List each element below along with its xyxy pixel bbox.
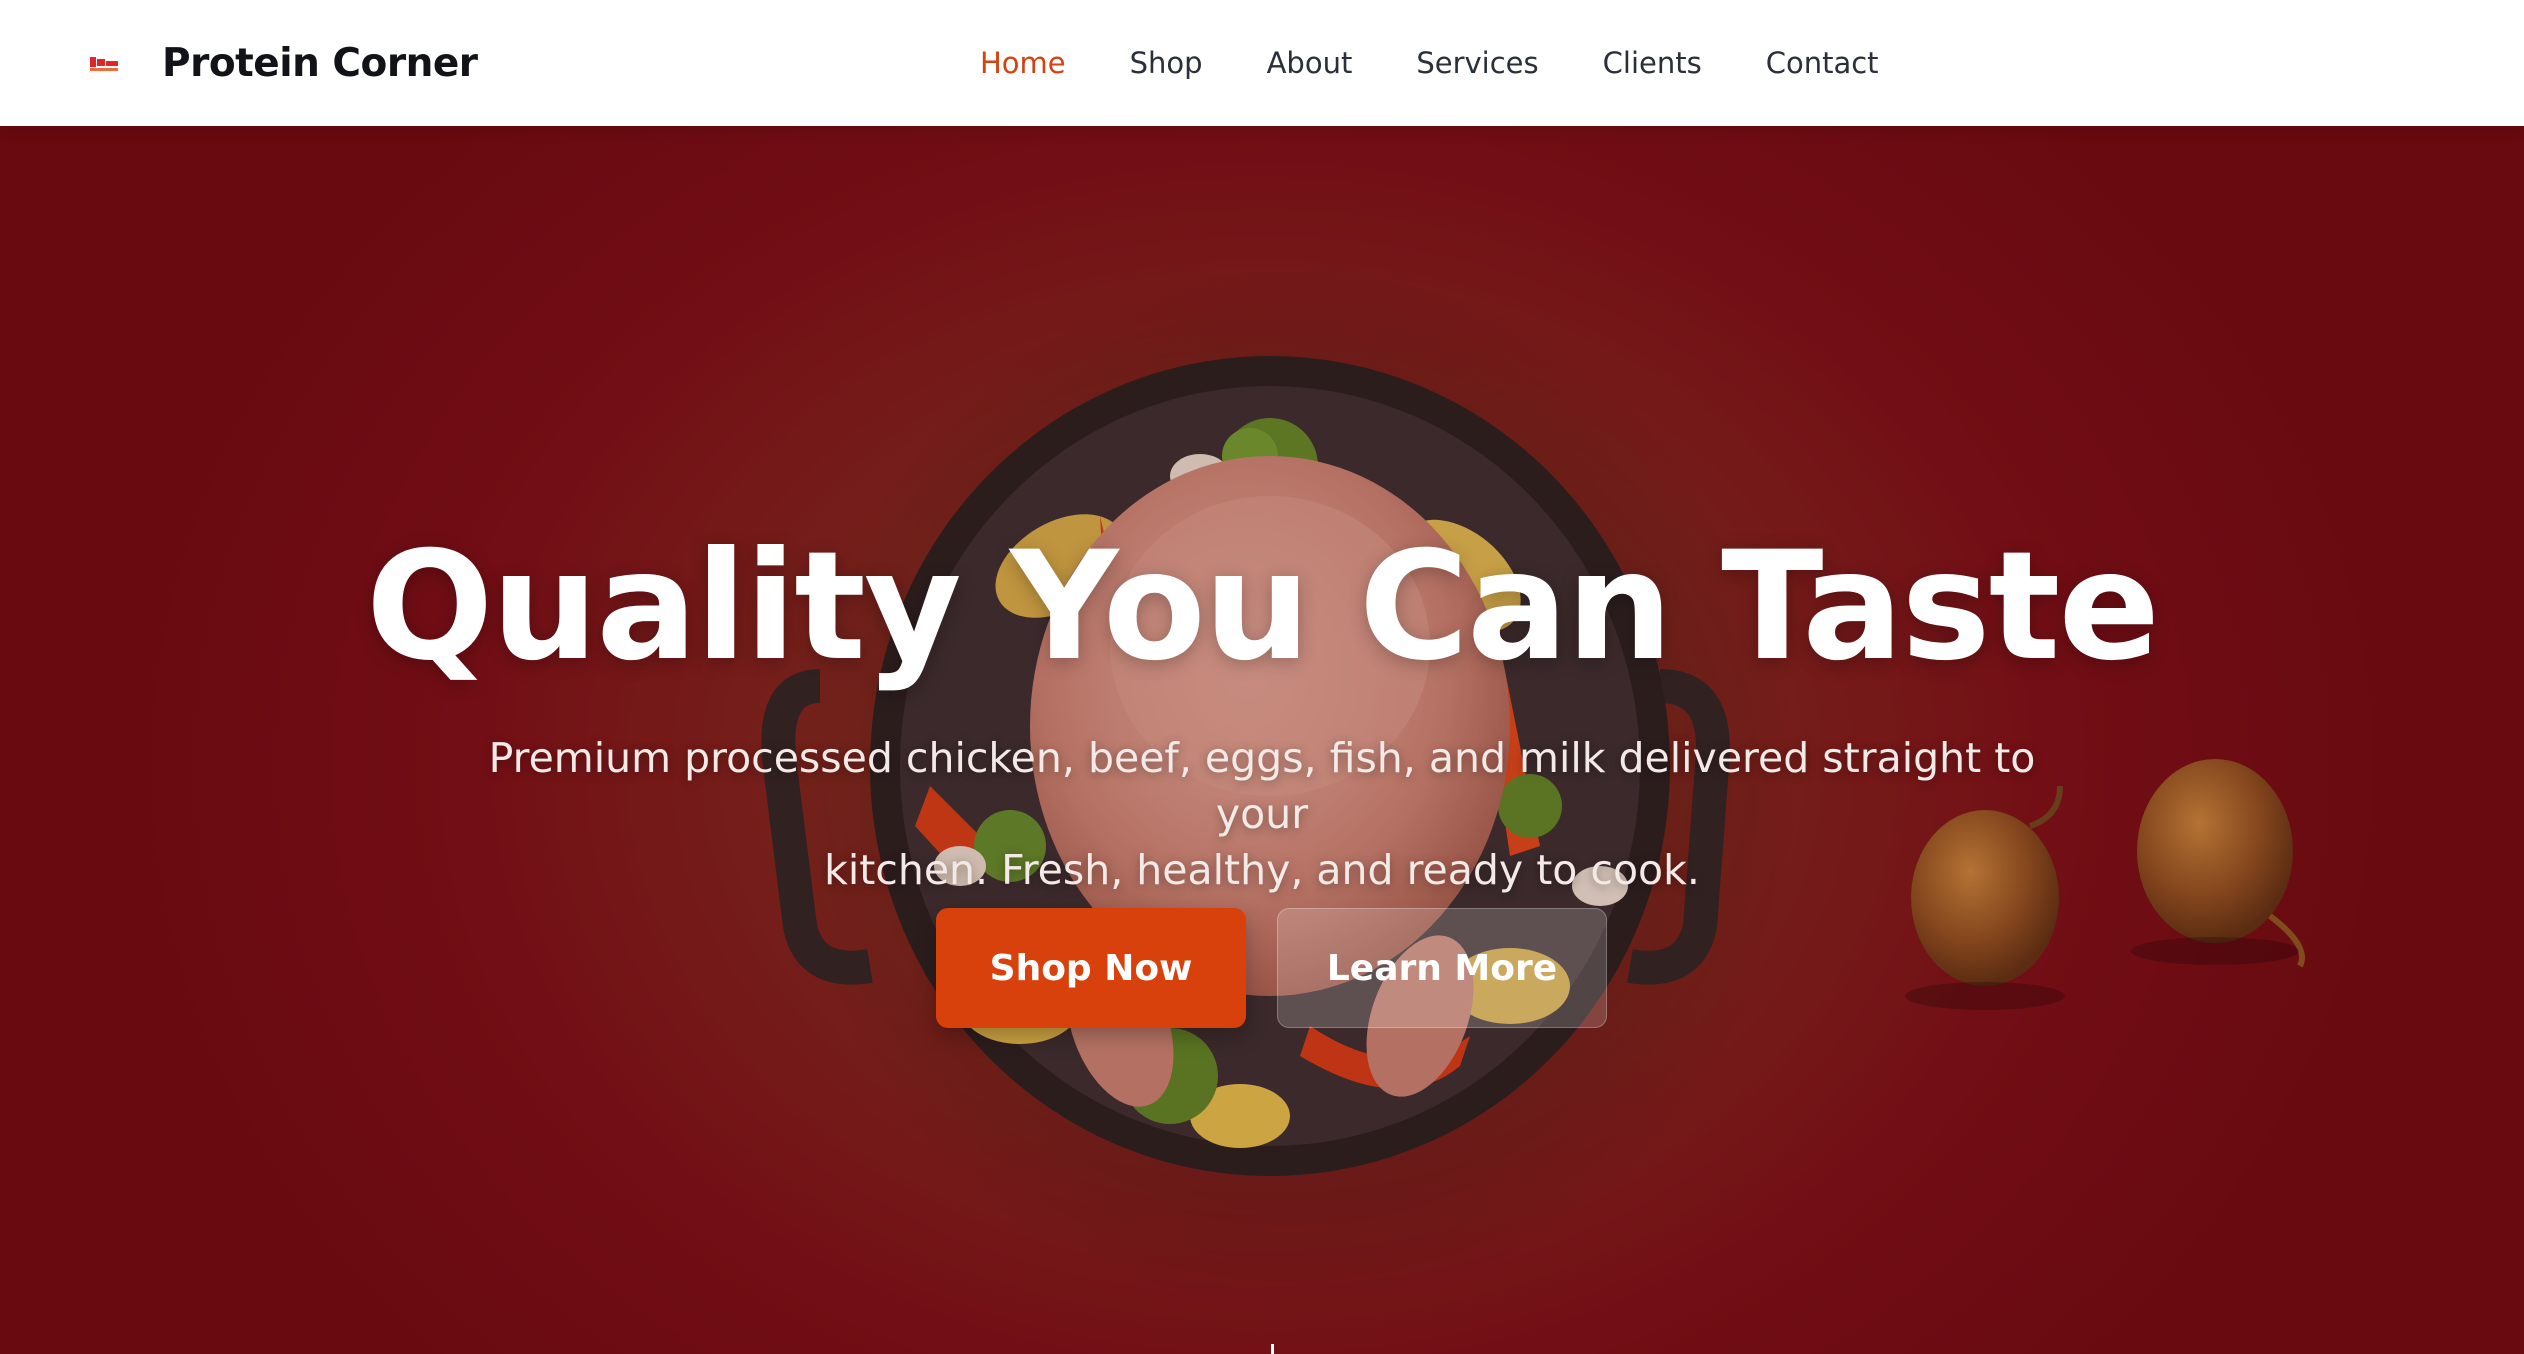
nav-about[interactable]: About (1267, 46, 1353, 80)
brand[interactable]: Protein Corner (88, 0, 478, 126)
nav-clients[interactable]: Clients (1603, 46, 1702, 80)
hero-title: Quality You Can Taste (365, 520, 2160, 694)
hero-subtitle-line1: Premium processed chicken, beef, eggs, f… (488, 734, 2036, 838)
nav-services[interactable]: Services (1416, 46, 1538, 80)
hero-subtitle: Premium processed chicken, beef, eggs, f… (462, 730, 2062, 898)
nav-contact[interactable]: Contact (1766, 46, 1879, 80)
scroll-indicator[interactable] (1271, 1344, 1274, 1354)
hero-content: Quality You Can Taste Premium processed … (0, 126, 2524, 1354)
nav-shop[interactable]: Shop (1130, 46, 1203, 80)
nav-home[interactable]: Home (980, 46, 1066, 80)
protein-corner-logo-icon (90, 57, 118, 71)
hero-subtitle-line2: kitchen. Fresh, healthy, and ready to co… (824, 846, 1700, 894)
learn-more-button[interactable]: Learn More (1277, 908, 1607, 1028)
brand-name: Protein Corner (162, 40, 478, 86)
main-nav: Home Shop About Services Clients Contact (980, 0, 1943, 126)
site-header: Protein Corner Home Shop About Services … (0, 0, 2524, 126)
hero-section: Quality You Can Taste Premium processed … (0, 126, 2524, 1354)
shop-now-button[interactable]: Shop Now (936, 908, 1246, 1028)
